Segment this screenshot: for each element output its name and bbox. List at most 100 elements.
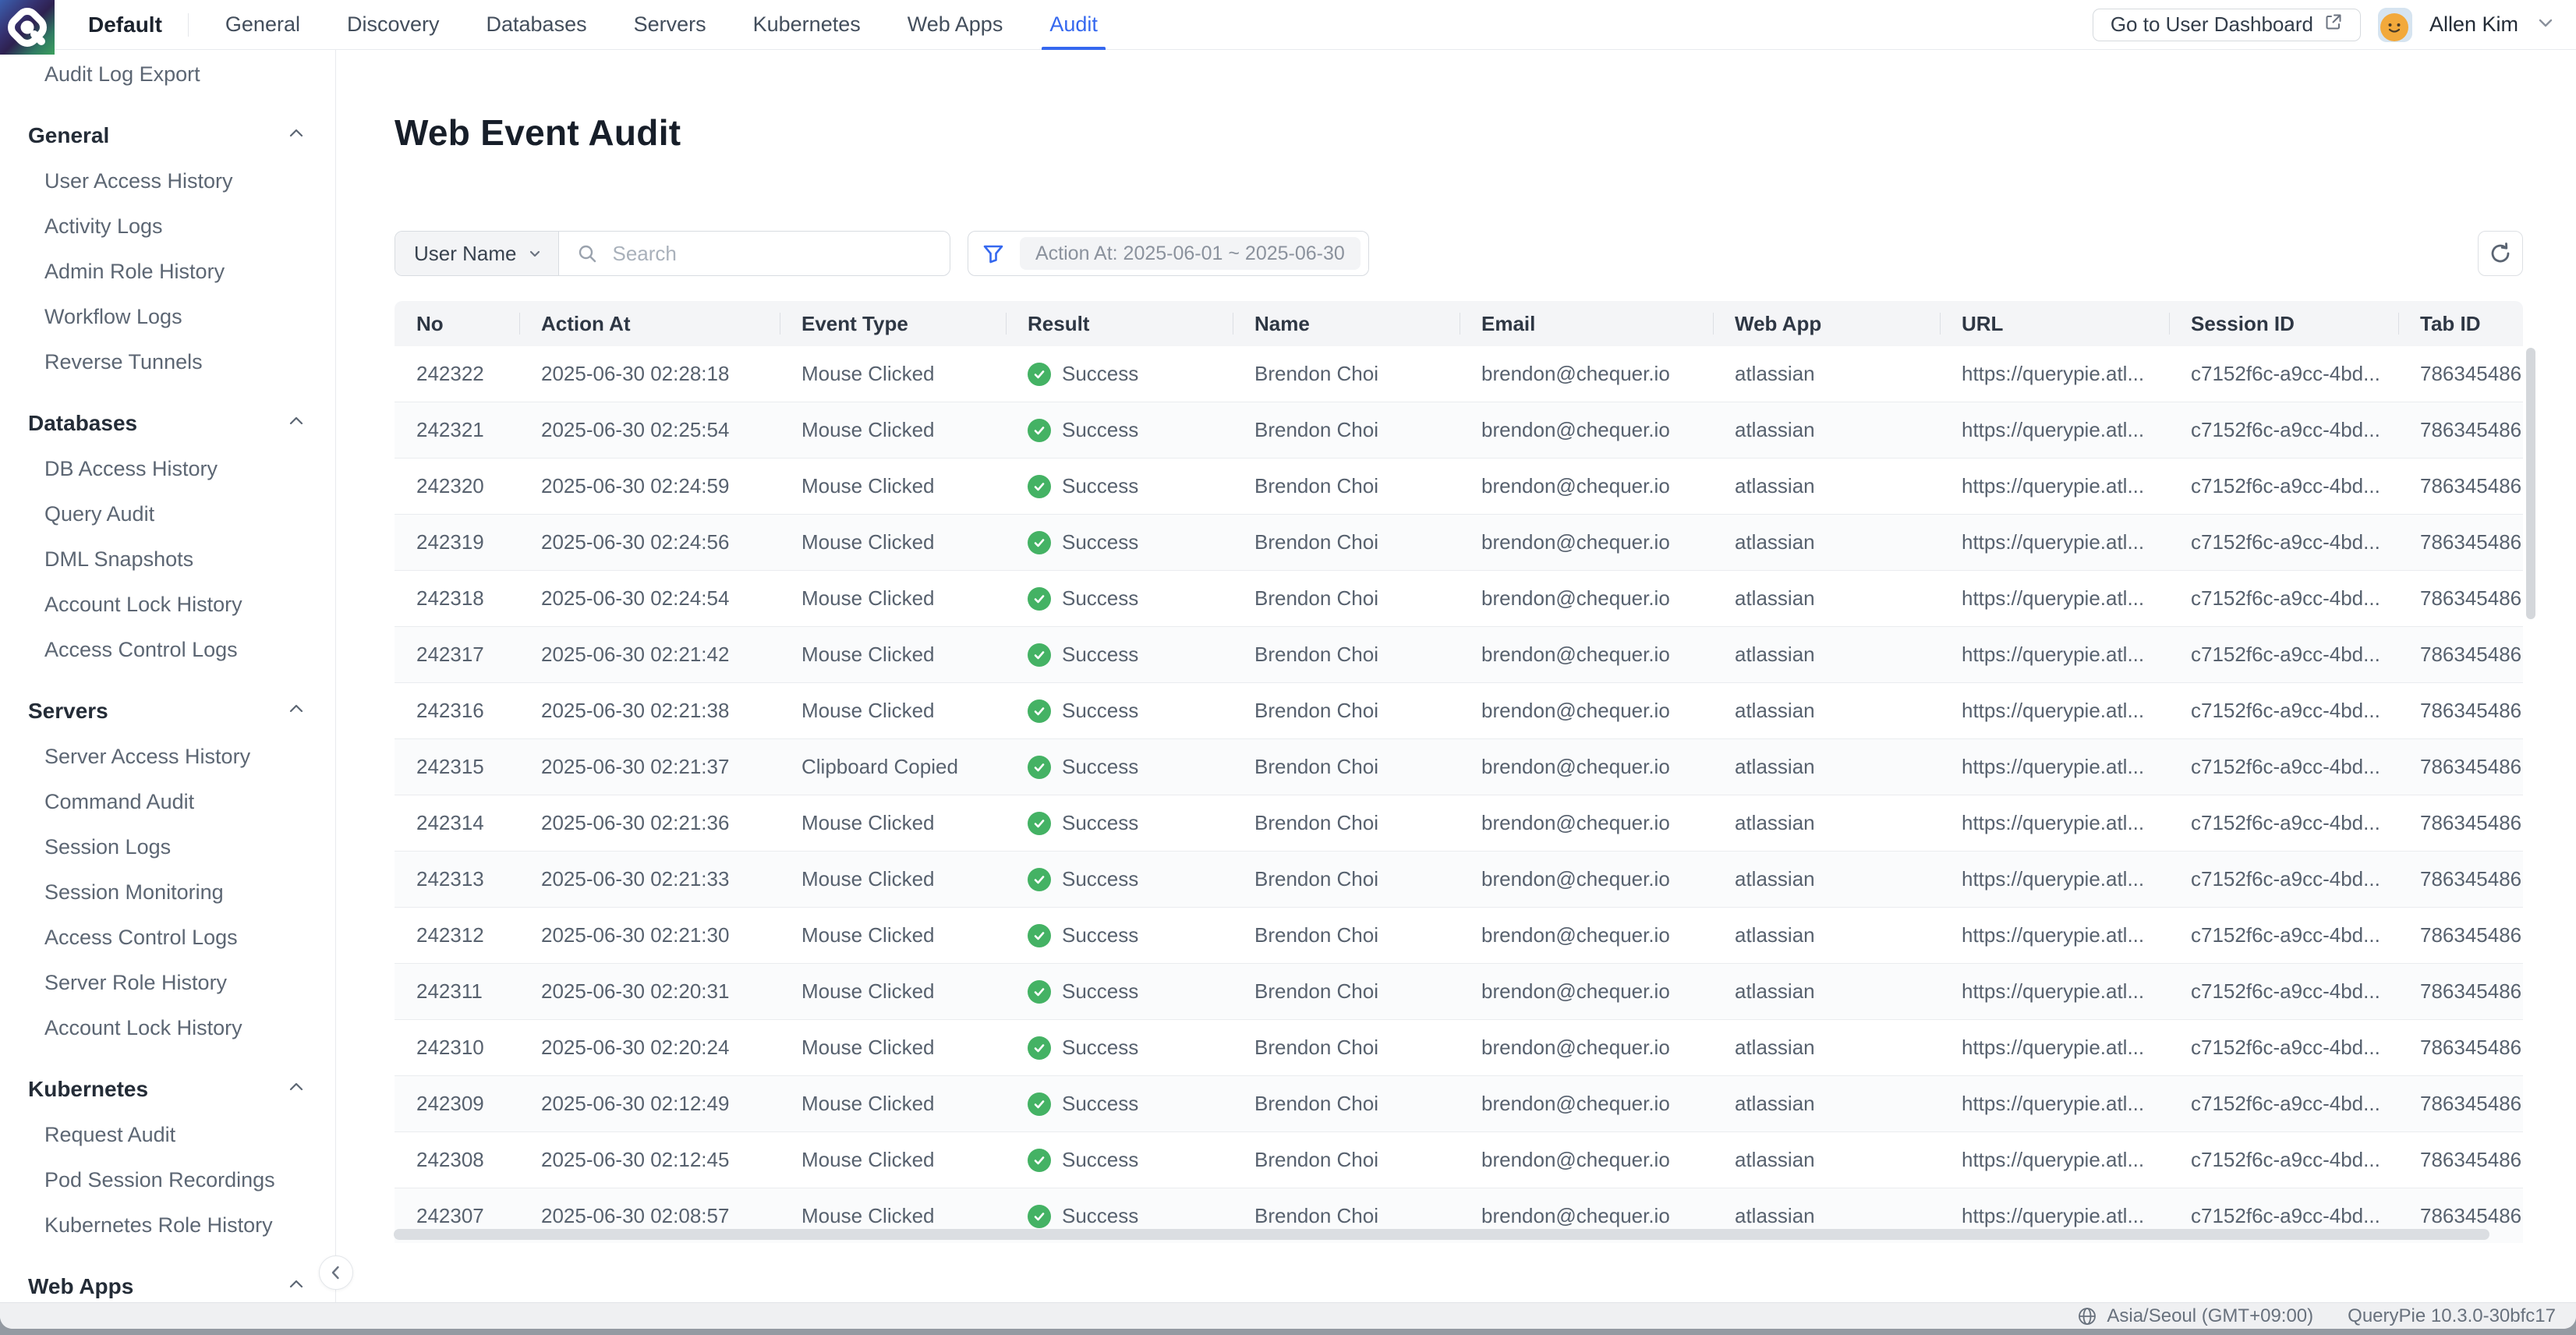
sidebar-item[interactable]: Kubernetes Role History (0, 1202, 335, 1248)
col-header-event-type[interactable]: Event Type (780, 301, 1006, 346)
table-row[interactable]: 242309 2025-06-30 02:12:49 Mouse Clicked… (395, 1076, 2523, 1132)
result-label: Success (1062, 1036, 1138, 1060)
tab-audit[interactable]: Audit (1049, 0, 1098, 50)
table-row[interactable]: 242321 2025-06-30 02:25:54 Mouse Clicked… (395, 402, 2523, 459)
tab-servers[interactable]: Servers (634, 0, 706, 50)
sidebar-section-header[interactable]: General (0, 113, 335, 158)
table-row[interactable]: 242315 2025-06-30 02:21:37 Clipboard Cop… (395, 739, 2523, 795)
cell-email: brendon@chequer.io (1460, 459, 1713, 514)
cell-web-app: atlassian (1713, 795, 1940, 851)
search-input[interactable] (610, 241, 950, 267)
sidebar-item[interactable]: Account Lock History (0, 1005, 335, 1050)
sidebar-section-items: User Access History Activity Logs Admin … (0, 158, 335, 384)
cell-email: brendon@chequer.io (1460, 1132, 1713, 1188)
cell-result: Success (1006, 402, 1233, 458)
table-row[interactable]: 242310 2025-06-30 02:20:24 Mouse Clicked… (395, 1020, 2523, 1076)
tab-databases[interactable]: Databases (487, 0, 587, 50)
col-header-web-app[interactable]: Web App (1713, 301, 1940, 346)
col-header-tab-id[interactable]: Tab ID (2398, 301, 2523, 346)
sidebar-section-header[interactable]: Databases (0, 401, 335, 446)
cell-session-id: c7152f6c-a9cc-4bd... (2169, 908, 2398, 963)
table-row[interactable]: 242316 2025-06-30 02:21:38 Mouse Clicked… (395, 683, 2523, 739)
table-row[interactable]: 242317 2025-06-30 02:21:42 Mouse Clicked… (395, 627, 2523, 683)
sidebar-item[interactable]: Command Audit (0, 779, 335, 824)
cell-action-at: 2025-06-30 02:21:42 (519, 627, 780, 682)
sidebar-item[interactable]: Access Control Logs (0, 915, 335, 960)
sidebar-item[interactable]: Activity Logs (0, 204, 335, 249)
table-row[interactable]: 242318 2025-06-30 02:24:54 Mouse Clicked… (395, 571, 2523, 627)
sidebar-item[interactable]: Server Role History (0, 960, 335, 1005)
sidebar-item[interactable]: Access Control Logs (0, 627, 335, 672)
active-filters-group: Action At: 2025-06-01 ~ 2025-06-30 (968, 231, 1369, 276)
cell-no: 242322 (395, 346, 519, 402)
tab-general[interactable]: General (225, 0, 300, 50)
cell-url: https://querypie.atl... (1940, 683, 2169, 738)
table-row[interactable]: 242312 2025-06-30 02:21:30 Mouse Clicked… (395, 908, 2523, 964)
action-at-date-filter-chip[interactable]: Action At: 2025-06-01 ~ 2025-06-30 (1020, 237, 1361, 270)
table-row[interactable]: 242322 2025-06-30 02:28:18 Mouse Clicked… (395, 346, 2523, 402)
table-row[interactable]: 242320 2025-06-30 02:24:59 Mouse Clicked… (395, 459, 2523, 515)
col-header-no[interactable]: No (395, 301, 519, 346)
sidebar-item[interactable]: Workflow Logs (0, 294, 335, 339)
cell-web-app: atlassian (1713, 402, 1940, 458)
result-label: Success (1062, 643, 1138, 667)
timezone-indicator[interactable]: Asia/Seoul (GMT+09:00) (2077, 1305, 2313, 1327)
sidebar-section-header[interactable]: Web Apps (0, 1264, 335, 1302)
table-row[interactable]: 242308 2025-06-30 02:12:45 Mouse Clicked… (395, 1132, 2523, 1188)
chevron-up-icon (287, 699, 306, 724)
cell-name: Brendon Choi (1233, 346, 1460, 402)
col-header-url[interactable]: URL (1940, 301, 2169, 346)
sidebar-item[interactable]: Account Lock History (0, 582, 335, 627)
cell-url: https://querypie.atl... (1940, 739, 2169, 795)
table-row[interactable]: 242311 2025-06-30 02:20:31 Mouse Clicked… (395, 964, 2523, 1020)
sidebar-item[interactable]: Server Access History (0, 734, 335, 779)
sidebar-collapse-button[interactable] (319, 1255, 353, 1290)
horizontal-scrollbar-thumb[interactable] (394, 1229, 2489, 1240)
sidebar-item[interactable]: Query Audit (0, 491, 335, 536)
sidebar-section-header[interactable]: Servers (0, 689, 335, 734)
sidebar-item[interactable]: User Access History (0, 158, 335, 204)
col-header-email[interactable]: Email (1460, 301, 1713, 346)
sidebar-item[interactable]: Session Logs (0, 824, 335, 869)
cell-tab-id: 786345486 (2398, 795, 2523, 851)
go-to-user-dashboard-button[interactable]: Go to User Dashboard (2093, 9, 2361, 41)
col-header-result[interactable]: Result (1006, 301, 1233, 346)
col-header-name[interactable]: Name (1233, 301, 1460, 346)
cell-action-at: 2025-06-30 02:12:49 (519, 1076, 780, 1131)
sidebar-item[interactable]: DML Snapshots (0, 536, 335, 582)
sidebar-item[interactable]: Pod Session Recordings (0, 1157, 335, 1202)
table-row[interactable]: 242314 2025-06-30 02:21:36 Mouse Clicked… (395, 795, 2523, 852)
cell-action-at: 2025-06-30 02:21:38 (519, 683, 780, 738)
sidebar-section-header[interactable]: Kubernetes (0, 1067, 335, 1112)
sidebar-section: General User Access History Activity Log (0, 113, 335, 384)
table-row[interactable]: 242313 2025-06-30 02:21:33 Mouse Clicked… (395, 852, 2523, 908)
sidebar-item[interactable]: DB Access History (0, 446, 335, 491)
cell-no: 242319 (395, 515, 519, 570)
user-menu-chevron-down-icon[interactable] (2535, 12, 2556, 37)
sidebar-item[interactable]: Admin Role History (0, 249, 335, 294)
chevron-up-icon (287, 1077, 306, 1102)
sidebar-section-label: Kubernetes (28, 1077, 148, 1102)
sidebar-item-audit-log-export[interactable]: Audit Log Export (0, 51, 335, 97)
table-row[interactable]: 242319 2025-06-30 02:24:56 Mouse Clicked… (395, 515, 2523, 571)
cell-action-at: 2025-06-30 02:28:18 (519, 346, 780, 402)
user-avatar[interactable] (2378, 8, 2412, 42)
filter-funnel-icon[interactable] (981, 241, 1006, 266)
querypie-logo-icon[interactable] (0, 0, 55, 55)
sidebar-item[interactable]: Request Audit (0, 1112, 335, 1157)
vertical-scrollbar-thumb[interactable] (2526, 348, 2535, 619)
sidebar-item[interactable]: Reverse Tunnels (0, 339, 335, 384)
cell-action-at: 2025-06-30 02:21:30 (519, 908, 780, 963)
cell-result: Success (1006, 1132, 1233, 1188)
workspace-name[interactable]: Default (88, 12, 162, 37)
col-header-session-id[interactable]: Session ID (2169, 301, 2398, 346)
user-name[interactable]: Allen Kim (2429, 12, 2518, 37)
search-field-select[interactable]: User Name (395, 232, 559, 275)
tab-kubernetes[interactable]: Kubernetes (753, 0, 861, 50)
sidebar-item[interactable]: Session Monitoring (0, 869, 335, 915)
cell-result: Success (1006, 627, 1233, 682)
tab-web-apps[interactable]: Web Apps (908, 0, 1003, 50)
tab-discovery[interactable]: Discovery (347, 0, 440, 50)
refresh-button[interactable] (2478, 231, 2523, 276)
col-header-action-at[interactable]: Action At (519, 301, 780, 346)
